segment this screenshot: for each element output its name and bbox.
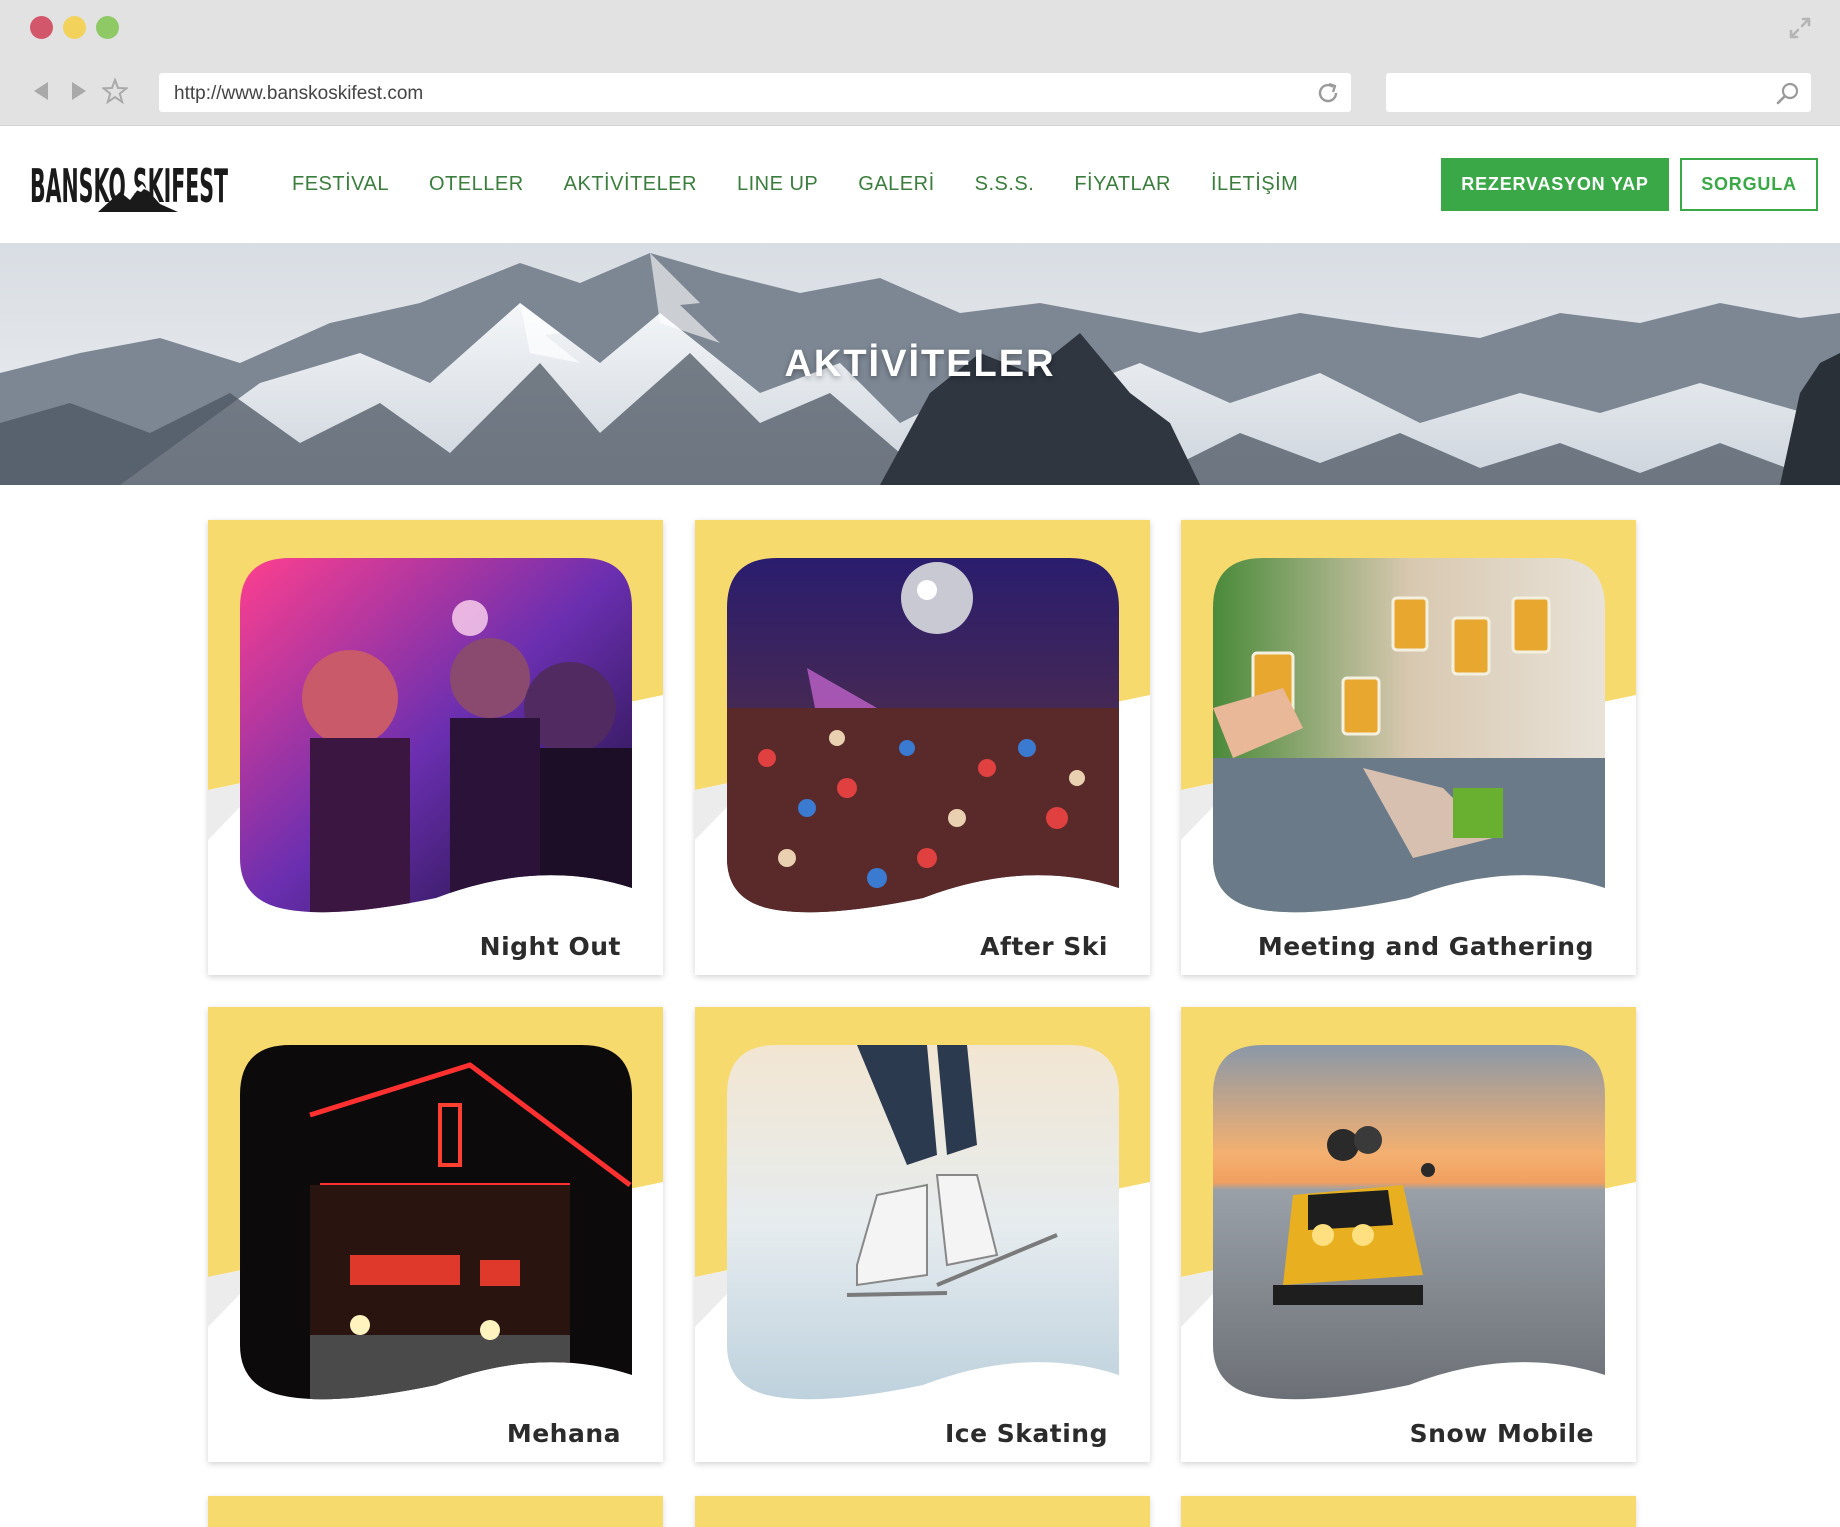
reservation-button[interactable]: REZERVASYON YAP — [1441, 158, 1669, 211]
activity-label: Mehana — [506, 1419, 621, 1448]
forward-arrow-icon[interactable] — [66, 78, 92, 104]
maximize-window-button[interactable] — [96, 16, 119, 39]
address-url: http://www.banskoskifest.com — [174, 83, 424, 104]
query-button[interactable]: SORGULA — [1680, 158, 1818, 211]
meeting-photo — [1213, 558, 1605, 913]
reload-icon[interactable] — [1315, 80, 1341, 106]
page-title: AKTİVİTELER — [784, 343, 1056, 385]
nav-line-up[interactable]: LINE UP — [737, 170, 818, 198]
activity-label: Meeting and Gathering — [1257, 932, 1594, 961]
activity-card-after-ski[interactable]: After Ski — [695, 520, 1150, 975]
activity-label: After Ski — [980, 932, 1108, 961]
nav-aktiviteler[interactable]: AKTİVİTELER — [564, 170, 697, 198]
activity-label: Snow Mobile — [1409, 1419, 1594, 1448]
activity-card-meeting[interactable]: Meeting and Gathering — [1181, 520, 1636, 975]
night-out-photo — [240, 558, 632, 913]
activity-card-ice-skating[interactable]: Ice Skating — [695, 1007, 1150, 1462]
site-logo[interactable]: BANSKO SKIFEST — [28, 154, 233, 216]
bookmark-star-icon[interactable] — [102, 78, 128, 104]
back-arrow-icon[interactable] — [28, 78, 54, 104]
fullscreen-icon[interactable] — [1788, 16, 1812, 40]
activity-card-night-out[interactable]: Night Out — [208, 520, 663, 975]
hero-banner: AKTİVİTELER — [0, 243, 1840, 485]
activity-card-mehana[interactable]: Mehana — [208, 1007, 663, 1462]
activity-card-partial[interactable] — [1181, 1496, 1636, 1527]
main-nav: FESTİVAL OTELLER AKTİVİTELER LINE UP GAL… — [292, 170, 1338, 198]
nav-oteller[interactable]: OTELLER — [429, 170, 524, 198]
mehana-photo — [240, 1045, 632, 1400]
activity-card-partial[interactable] — [695, 1496, 1150, 1527]
nav-festival[interactable]: FESTİVAL — [292, 170, 389, 198]
snow-mobile-photo — [1213, 1045, 1605, 1400]
search-icon[interactable] — [1775, 80, 1801, 106]
minimize-window-button[interactable] — [63, 16, 86, 39]
nav-sss[interactable]: S.S.S. — [975, 170, 1035, 198]
activity-card-partial[interactable] — [208, 1496, 663, 1527]
close-window-button[interactable] — [30, 16, 53, 39]
after-ski-photo — [727, 558, 1119, 913]
site-header: BANSKO SKIFEST FESTİVAL OTELLER AKTİVİTE… — [0, 126, 1840, 243]
browser-chrome: http://www.banskoskifest.com — [0, 0, 1840, 126]
activity-label: Night Out — [479, 932, 621, 961]
ice-skating-photo — [727, 1045, 1119, 1400]
nav-galeri[interactable]: GALERİ — [858, 170, 934, 198]
nav-fiyatlar[interactable]: FİYATLAR — [1074, 170, 1171, 198]
nav-iletisim[interactable]: İLETİŞİM — [1211, 170, 1298, 198]
activity-card-snow-mobile[interactable]: Snow Mobile — [1181, 1007, 1636, 1462]
address-bar[interactable]: http://www.banskoskifest.com — [159, 73, 1351, 112]
activity-label: Ice Skating — [945, 1419, 1108, 1448]
browser-search-field[interactable] — [1386, 73, 1811, 112]
